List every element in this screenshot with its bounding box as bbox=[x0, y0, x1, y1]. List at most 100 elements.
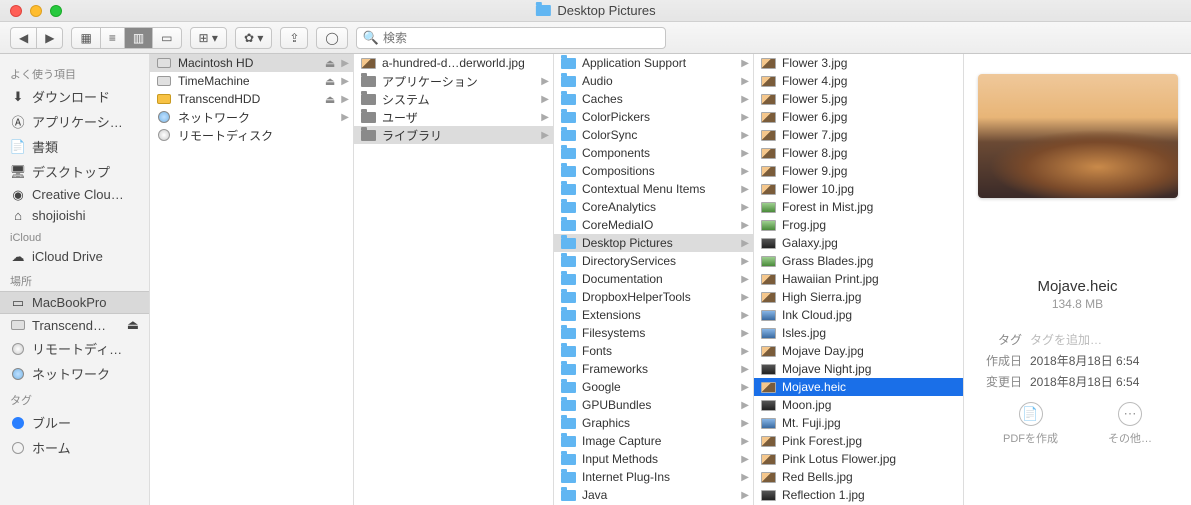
list-item[interactable]: ユーザ▶ bbox=[354, 108, 553, 126]
list-item[interactable]: Moon.jpg bbox=[754, 396, 963, 414]
tags-button[interactable]: ◯ bbox=[316, 27, 347, 49]
list-item[interactable]: リモートディスク bbox=[150, 126, 353, 144]
list-item[interactable]: Flower 3.jpg bbox=[754, 54, 963, 72]
action-button[interactable]: ✿ ▾ bbox=[235, 27, 272, 49]
list-item[interactable]: Documentation▶ bbox=[554, 270, 753, 288]
view-column-button[interactable]: ▥ bbox=[124, 27, 152, 49]
search-input[interactable] bbox=[383, 31, 659, 45]
list-item[interactable]: Google▶ bbox=[554, 378, 753, 396]
list-item[interactable]: Mt. Fuji.jpg bbox=[754, 414, 963, 432]
list-item[interactable]: CoreAnalytics▶ bbox=[554, 198, 753, 216]
eject-icon[interactable]: ⏏ bbox=[325, 75, 335, 88]
list-item[interactable]: Filesystems▶ bbox=[554, 324, 753, 342]
arrange-button[interactable]: ⊞ ▾ bbox=[190, 27, 227, 49]
folder-icon bbox=[560, 326, 576, 340]
list-item[interactable]: Graphics▶ bbox=[554, 414, 753, 432]
sidebar-item[interactable]: Ⓐアプリケーシ… bbox=[0, 109, 149, 134]
eject-icon[interactable]: ⏏ bbox=[325, 93, 335, 106]
forward-button[interactable]: ▶ bbox=[36, 27, 63, 49]
more-actions-button[interactable]: ⋯ その他… bbox=[1108, 402, 1152, 446]
list-item[interactable]: Caches▶ bbox=[554, 90, 753, 108]
sidebar-item[interactable]: ブルー bbox=[0, 410, 149, 435]
view-icon-button[interactable]: ▦ bbox=[71, 27, 99, 49]
share-button[interactable]: ⇪ bbox=[280, 27, 308, 49]
list-item[interactable]: Mojave Day.jpg bbox=[754, 342, 963, 360]
sidebar-item[interactable]: ▭MacBookPro bbox=[0, 291, 149, 314]
close-window-button[interactable] bbox=[10, 5, 22, 17]
eject-icon[interactable]: ⏏ bbox=[325, 57, 335, 70]
list-item[interactable]: DropboxHelperTools▶ bbox=[554, 288, 753, 306]
list-item[interactable]: ColorPickers▶ bbox=[554, 108, 753, 126]
list-item[interactable]: Compositions▶ bbox=[554, 162, 753, 180]
sidebar-item[interactable]: ☁iCloud Drive bbox=[0, 246, 149, 267]
sidebar-item[interactable]: ホーム bbox=[0, 435, 149, 460]
list-item[interactable]: Internet Plug-Ins▶ bbox=[554, 468, 753, 486]
list-item[interactable]: Java▶ bbox=[554, 486, 753, 504]
search-field[interactable]: 🔍 bbox=[356, 27, 666, 49]
image-icon bbox=[760, 200, 776, 214]
list-item[interactable]: Application Support▶ bbox=[554, 54, 753, 72]
item-label: Moon.jpg bbox=[782, 398, 959, 412]
sidebar-item[interactable]: ⌂shojioishi bbox=[0, 205, 149, 226]
create-pdf-button[interactable]: 📄 PDFを作成 bbox=[1003, 402, 1058, 446]
list-item[interactable]: Extensions▶ bbox=[554, 306, 753, 324]
list-item[interactable]: ネットワーク▶ bbox=[150, 108, 353, 126]
sidebar-item[interactable]: ⬇ダウンロード bbox=[0, 84, 149, 109]
list-item[interactable]: Mojave Night.jpg bbox=[754, 360, 963, 378]
list-item[interactable]: Fonts▶ bbox=[554, 342, 753, 360]
list-item[interactable]: DirectoryServices▶ bbox=[554, 252, 753, 270]
list-item[interactable]: High Sierra.jpg bbox=[754, 288, 963, 306]
sidebar-item[interactable]: ◉Creative Clou… bbox=[0, 184, 149, 205]
sidebar-item[interactable]: 🖥デスクトップ bbox=[0, 159, 149, 184]
chevron-right-icon: ▶ bbox=[741, 130, 749, 141]
list-item[interactable]: Pink Lotus Flower.jpg bbox=[754, 450, 963, 468]
list-item[interactable]: GPUBundles▶ bbox=[554, 396, 753, 414]
hdd-icon bbox=[10, 318, 26, 332]
list-item[interactable]: Audio▶ bbox=[554, 72, 753, 90]
list-item[interactable]: Flower 5.jpg bbox=[754, 90, 963, 108]
list-item[interactable]: CoreMediaIO▶ bbox=[554, 216, 753, 234]
list-item[interactable]: Isles.jpg bbox=[754, 324, 963, 342]
list-item[interactable]: Flower 6.jpg bbox=[754, 108, 963, 126]
list-item[interactable]: アプリケーション▶ bbox=[354, 72, 553, 90]
sidebar-item[interactable]: リモートディ… bbox=[0, 336, 149, 361]
list-item[interactable]: Flower 7.jpg bbox=[754, 126, 963, 144]
tag-field[interactable]: タグを追加… bbox=[1030, 331, 1102, 348]
back-button[interactable]: ◀ bbox=[10, 27, 36, 49]
list-item[interactable]: Flower 9.jpg bbox=[754, 162, 963, 180]
list-item[interactable]: Grass Blades.jpg bbox=[754, 252, 963, 270]
list-item[interactable]: Hawaiian Print.jpg bbox=[754, 270, 963, 288]
list-item[interactable]: Frog.jpg bbox=[754, 216, 963, 234]
list-item[interactable]: TimeMachine⏏▶ bbox=[150, 72, 353, 90]
list-item[interactable]: Red Bells.jpg bbox=[754, 468, 963, 486]
list-item[interactable]: Frameworks▶ bbox=[554, 360, 753, 378]
sidebar-item[interactable]: Transcend…⏏ bbox=[0, 314, 149, 336]
list-item[interactable]: Flower 10.jpg bbox=[754, 180, 963, 198]
list-item[interactable]: Macintosh HD⏏▶ bbox=[150, 54, 353, 72]
list-item[interactable]: ライブラリ▶ bbox=[354, 126, 553, 144]
sidebar-item[interactable]: 📄書類 bbox=[0, 134, 149, 159]
list-item[interactable]: Desktop Pictures▶ bbox=[554, 234, 753, 252]
list-item[interactable]: Image Capture▶ bbox=[554, 432, 753, 450]
sidebar-item[interactable]: ネットワーク bbox=[0, 361, 149, 386]
list-item[interactable]: Forest in Mist.jpg bbox=[754, 198, 963, 216]
view-list-button[interactable]: ≡ bbox=[100, 27, 124, 49]
list-item[interactable]: Flower 8.jpg bbox=[754, 144, 963, 162]
minimize-window-button[interactable] bbox=[30, 5, 42, 17]
list-item[interactable]: Reflection 1.jpg bbox=[754, 486, 963, 504]
list-item[interactable]: Contextual Menu Items▶ bbox=[554, 180, 753, 198]
list-item[interactable]: ColorSync▶ bbox=[554, 126, 753, 144]
list-item[interactable]: Galaxy.jpg bbox=[754, 234, 963, 252]
list-item[interactable]: Ink Cloud.jpg bbox=[754, 306, 963, 324]
view-gallery-button[interactable]: ▭ bbox=[152, 27, 181, 49]
list-item[interactable]: TranscendHDD⏏▶ bbox=[150, 90, 353, 108]
list-item[interactable]: a-hundred-d…derworld.jpg bbox=[354, 54, 553, 72]
list-item[interactable]: Components▶ bbox=[554, 144, 753, 162]
zoom-window-button[interactable] bbox=[50, 5, 62, 17]
list-item[interactable]: Input Methods▶ bbox=[554, 450, 753, 468]
eject-icon[interactable]: ⏏ bbox=[127, 317, 139, 333]
list-item[interactable]: Mojave.heic bbox=[754, 378, 963, 396]
list-item[interactable]: システム▶ bbox=[354, 90, 553, 108]
list-item[interactable]: Flower 4.jpg bbox=[754, 72, 963, 90]
list-item[interactable]: Pink Forest.jpg bbox=[754, 432, 963, 450]
